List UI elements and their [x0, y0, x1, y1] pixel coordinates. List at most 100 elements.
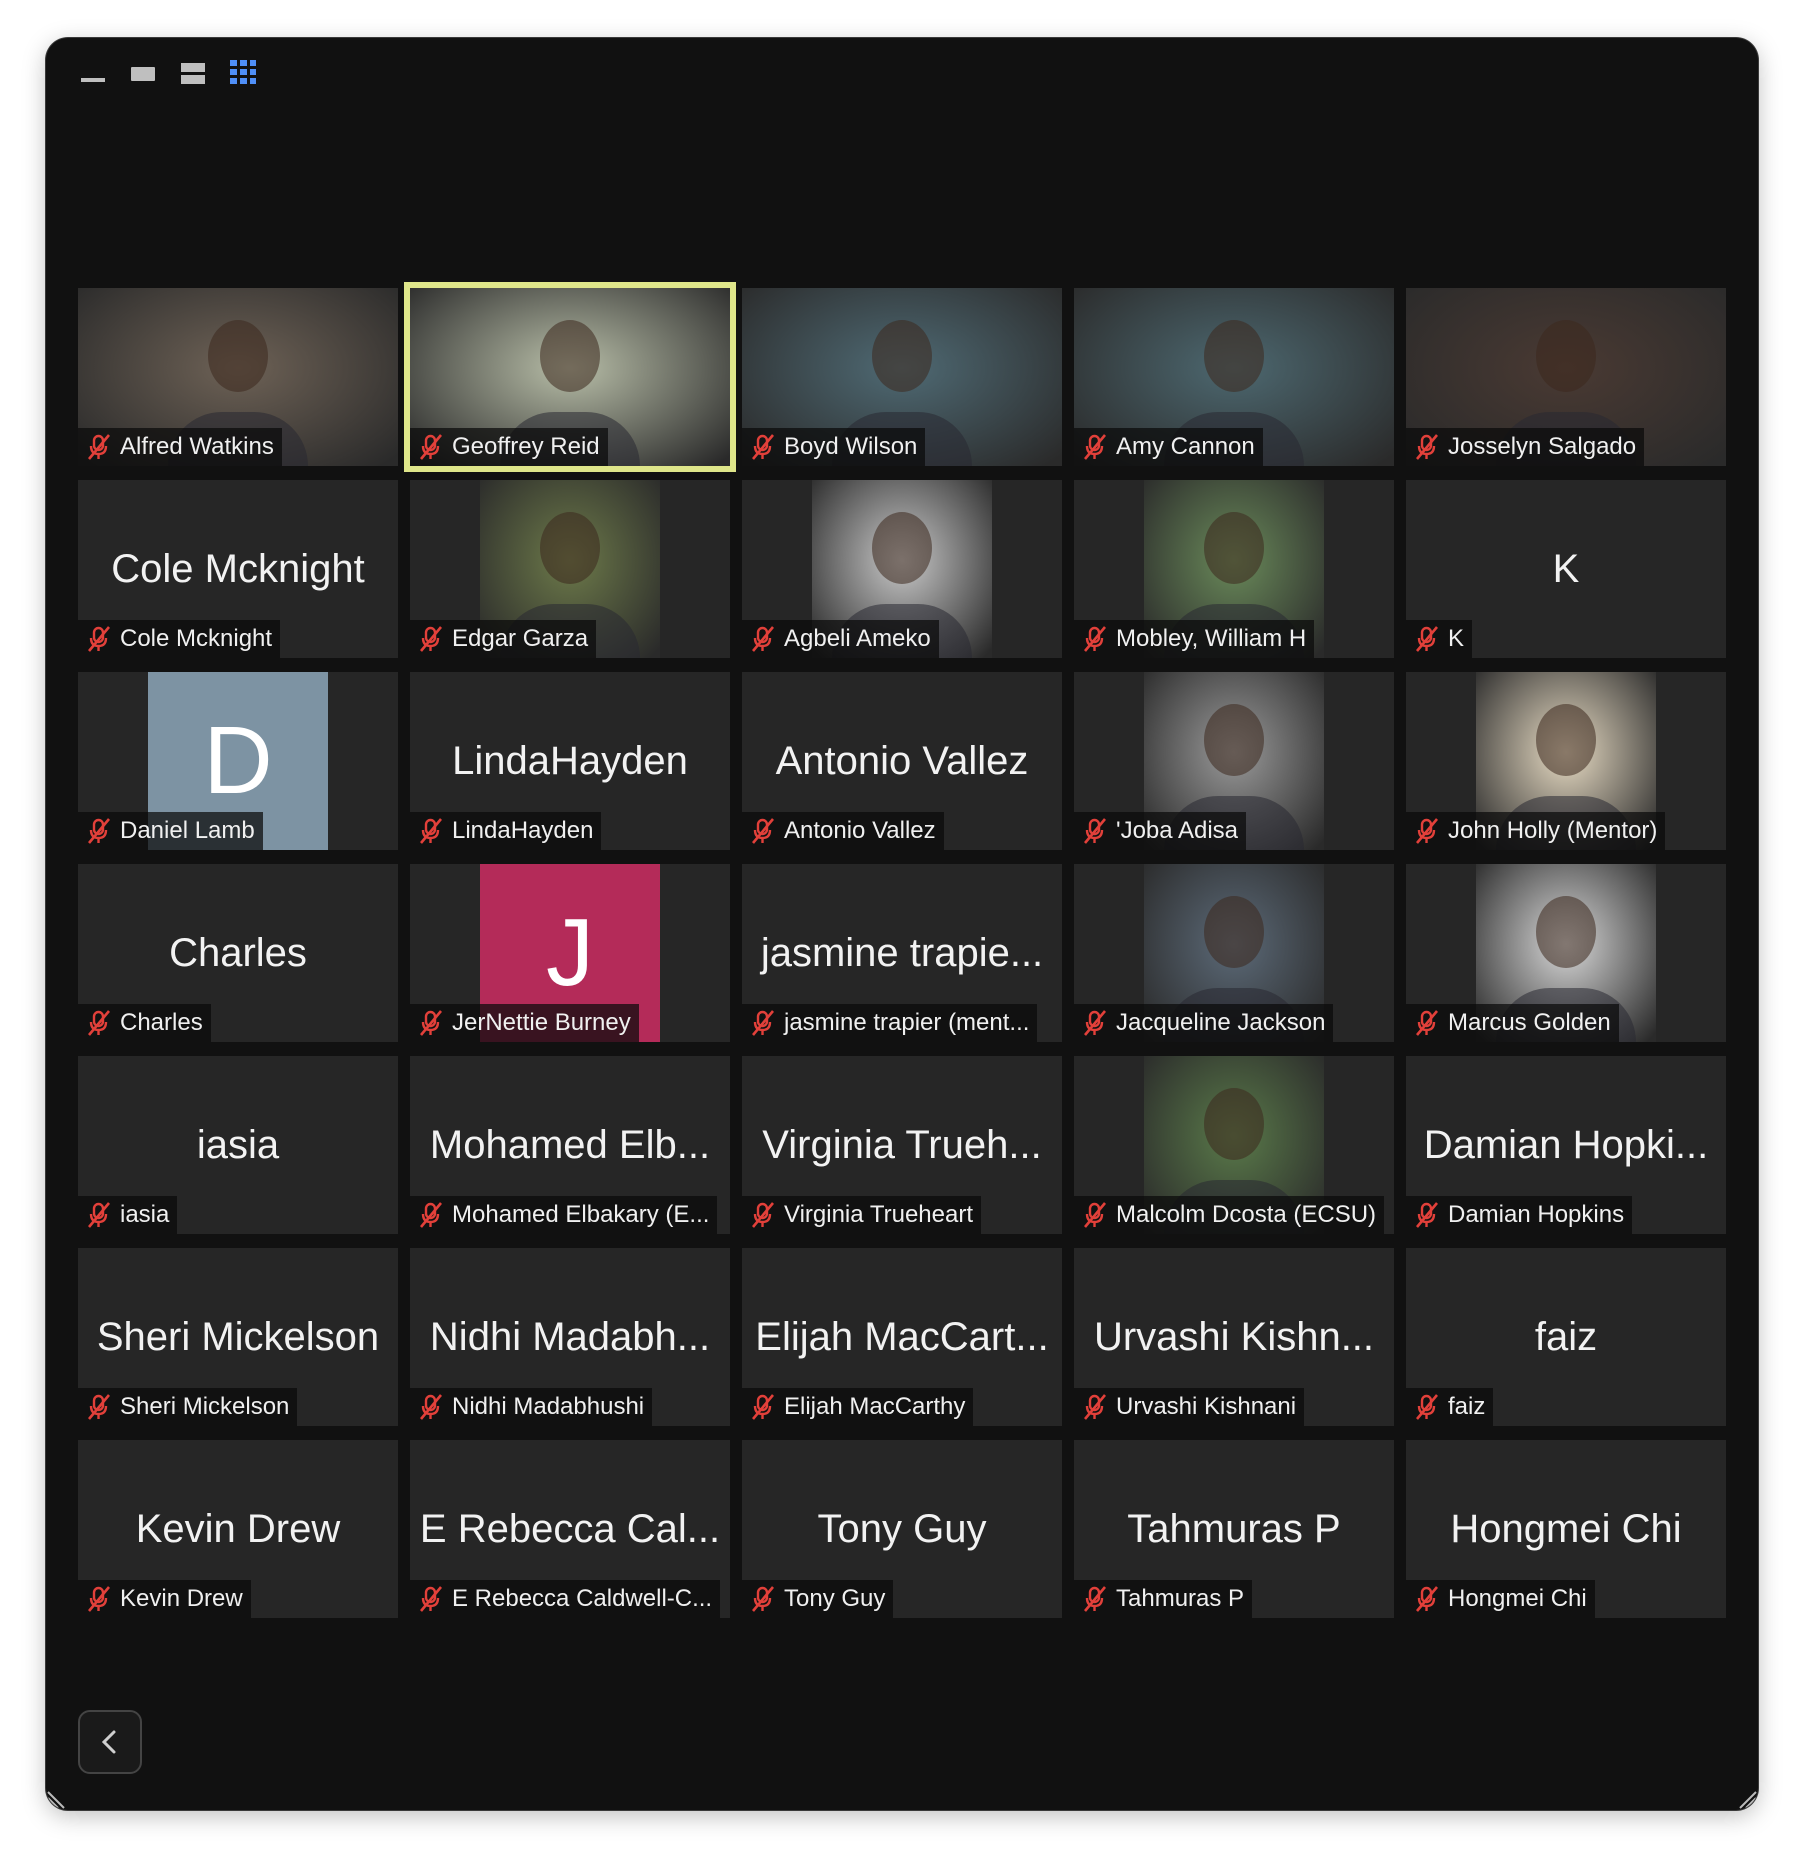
participant-name: Boyd Wilson — [784, 433, 918, 460]
participant-tile[interactable]: Antonio Vallez Antonio Vallez — [742, 672, 1062, 850]
participant-name-label: E Rebecca Caldwell-C... — [410, 1580, 721, 1618]
participant-tile[interactable]: Edgar Garza — [410, 480, 730, 658]
participant-gallery: Alfred Watkins Geoffrey Reid Boyd Wilson Am… — [78, 282, 1726, 1658]
participant-tile[interactable]: Amy Cannon — [1074, 288, 1394, 466]
participant-tile[interactable]: Josselyn Salgado — [1406, 288, 1726, 466]
participant-tile[interactable]: D Daniel Lamb — [78, 672, 398, 850]
participant-tile[interactable]: Virginia Trueh... Virginia Trueheart — [742, 1056, 1062, 1234]
muted-mic-icon — [82, 1584, 116, 1614]
participant-name-label: Mohamed Elbakary (E... — [410, 1196, 718, 1234]
participant-tile[interactable]: jasmine trapie... jasmine trapier (ment..… — [742, 864, 1062, 1042]
participant-tile[interactable]: Mohamed Elb... Mohamed Elbakary (E... — [410, 1056, 730, 1234]
participant-name-label: Kevin Drew — [78, 1580, 251, 1618]
muted-mic-icon — [1078, 816, 1112, 846]
participant-name-label: Jacqueline Jackson — [1074, 1004, 1334, 1042]
muted-mic-icon — [82, 1392, 116, 1422]
muted-mic-icon — [1410, 1008, 1444, 1038]
resize-handle-bottom-left[interactable] — [46, 1788, 68, 1810]
participant-tile[interactable]: Tahmuras P Tahmuras P — [1074, 1440, 1394, 1618]
participant-tile[interactable]: Elijah MacCart... Elijah MacCarthy — [742, 1248, 1062, 1426]
gallery-view-button[interactable] — [230, 60, 256, 87]
participant-name-label: Josselyn Salgado — [1406, 428, 1645, 466]
participant-name-label: Sheri Mickelson — [78, 1388, 298, 1426]
participant-name: 'Joba Adisa — [1116, 817, 1239, 844]
muted-mic-icon — [1410, 816, 1444, 846]
muted-mic-icon — [1410, 1200, 1444, 1230]
participant-tile[interactable]: Sheri Mickelson Sheri Mickelson — [78, 1248, 398, 1426]
participant-name: Tony Guy — [784, 1585, 886, 1612]
participant-name: JerNettie Burney — [452, 1009, 631, 1036]
muted-mic-icon — [746, 1584, 780, 1614]
previous-page-button[interactable] — [78, 1710, 142, 1774]
participant-name: Agbeli Ameko — [784, 625, 931, 652]
muted-mic-icon — [1410, 432, 1444, 462]
participant-name: Charles — [120, 1009, 203, 1036]
muted-mic-icon — [1410, 1392, 1444, 1422]
participant-name: Sheri Mickelson — [120, 1393, 290, 1420]
muted-mic-icon — [82, 816, 116, 846]
participant-name-label: jasmine trapier (ment... — [742, 1004, 1038, 1042]
participant-tile[interactable]: Damian Hopki... Damian Hopkins — [1406, 1056, 1726, 1234]
participant-tile[interactable]: Charles Charles — [78, 864, 398, 1042]
resize-handle-bottom-right[interactable] — [1736, 1788, 1758, 1810]
participant-name-label: Elijah MacCarthy — [742, 1388, 974, 1426]
participant-name: Mohamed Elbakary (E... — [452, 1201, 710, 1228]
strip-view-icon — [181, 63, 205, 84]
participant-name-label: Marcus Golden — [1406, 1004, 1619, 1042]
participant-tile[interactable]: Tony Guy Tony Guy — [742, 1440, 1062, 1618]
participant-name: Amy Cannon — [1116, 433, 1255, 460]
participant-name: K — [1448, 625, 1465, 652]
participant-tile[interactable]: faiz faiz — [1406, 1248, 1726, 1426]
participant-tile[interactable]: Boyd Wilson — [742, 288, 1062, 466]
participant-tile[interactable]: Cole Mcknight Cole Mcknight — [78, 480, 398, 658]
participant-name-label: JerNettie Burney — [410, 1004, 639, 1042]
muted-mic-icon — [414, 1392, 448, 1422]
participant-tile[interactable]: Hongmei Chi Hongmei Chi — [1406, 1440, 1726, 1618]
participant-name-label: faiz — [1406, 1388, 1494, 1426]
muted-mic-icon — [82, 624, 116, 654]
participant-name-label: John Holly (Mentor) — [1406, 812, 1666, 850]
participant-tile[interactable]: Malcolm Dcosta (ECSU) — [1074, 1056, 1394, 1234]
participant-name: LindaHayden — [452, 817, 594, 844]
participant-tile[interactable]: Marcus Golden — [1406, 864, 1726, 1042]
participant-tile[interactable]: 'Joba Adisa — [1074, 672, 1394, 850]
muted-mic-icon — [1078, 432, 1112, 462]
participant-tile[interactable]: Alfred Watkins — [78, 288, 398, 466]
muted-mic-icon — [746, 816, 780, 846]
participant-name: Malcolm Dcosta (ECSU) — [1116, 1201, 1377, 1228]
participant-tile[interactable]: Nidhi Madabh... Nidhi Madabhushi — [410, 1248, 730, 1426]
strip-view-button[interactable] — [180, 61, 206, 87]
participant-name-label: Daniel Lamb — [78, 812, 263, 850]
participant-tile[interactable]: KK — [1406, 480, 1726, 658]
gallery-view-icon — [230, 60, 256, 84]
muted-mic-icon — [1078, 624, 1112, 654]
participant-name-label: Tahmuras P — [1074, 1580, 1253, 1618]
participant-tile[interactable]: J JerNettie Burney — [410, 864, 730, 1042]
minimize-view-icon — [81, 78, 105, 82]
view-layout-toolbar — [80, 54, 256, 94]
participant-name-label: Tony Guy — [742, 1580, 894, 1618]
participant-name: Geoffrey Reid — [452, 433, 600, 460]
muted-mic-icon — [414, 624, 448, 654]
participant-tile[interactable]: Kevin Drew Kevin Drew — [78, 1440, 398, 1618]
participant-tile[interactable]: Mobley, William H — [1074, 480, 1394, 658]
participant-tile[interactable]: iasia iasia — [78, 1056, 398, 1234]
minimize-view-button[interactable] — [80, 61, 106, 87]
participant-tile[interactable]: Urvashi Kishn... Urvashi Kishnani — [1074, 1248, 1394, 1426]
participant-name: Daniel Lamb — [120, 817, 255, 844]
speaker-view-button[interactable] — [130, 61, 156, 87]
participant-name: Tahmuras P — [1116, 1585, 1245, 1612]
participant-name-label: Virginia Trueheart — [742, 1196, 981, 1234]
participant-tile[interactable]: Jacqueline Jackson — [1074, 864, 1394, 1042]
participant-name-label: Malcolm Dcosta (ECSU) — [1074, 1196, 1385, 1234]
participant-tile[interactable]: Agbeli Ameko — [742, 480, 1062, 658]
participant-name: Mobley, William H — [1116, 625, 1307, 652]
muted-mic-icon — [746, 624, 780, 654]
participant-tile[interactable]: E Rebecca Cal... E Rebecca Caldwell-C... — [410, 1440, 730, 1618]
participant-tile[interactable]: John Holly (Mentor) — [1406, 672, 1726, 850]
participant-name: Marcus Golden — [1448, 1009, 1611, 1036]
muted-mic-icon — [1410, 1584, 1444, 1614]
participant-name: Virginia Trueheart — [784, 1201, 973, 1228]
participant-tile[interactable]: Geoffrey Reid — [404, 282, 736, 472]
participant-tile[interactable]: LindaHayden LindaHayden — [410, 672, 730, 850]
